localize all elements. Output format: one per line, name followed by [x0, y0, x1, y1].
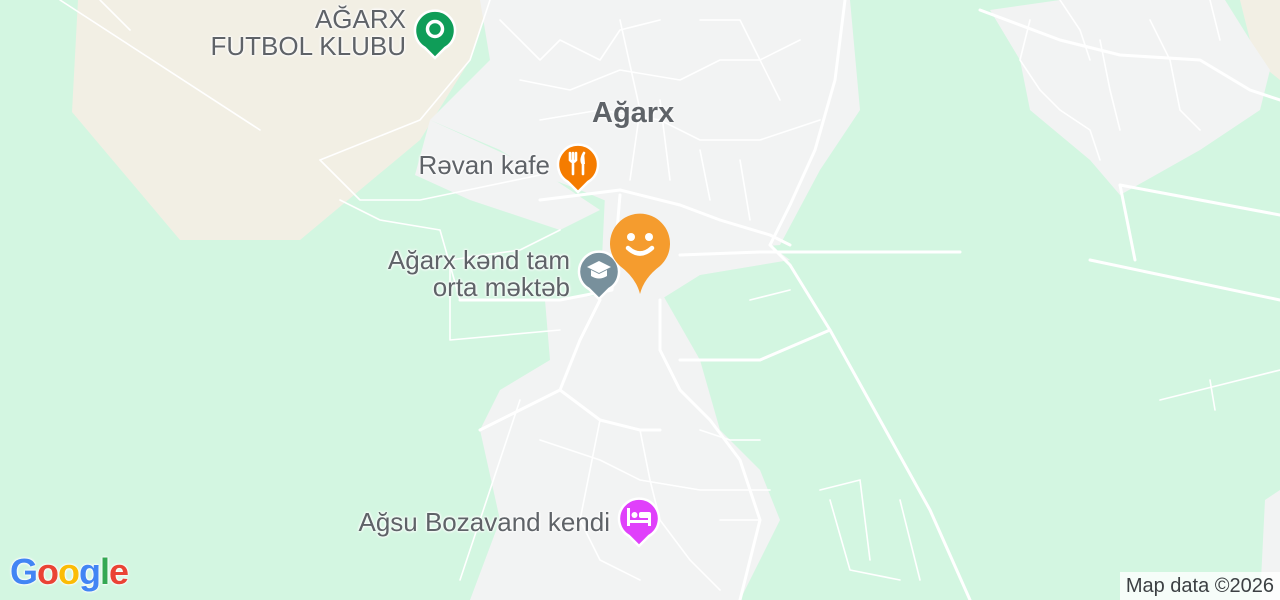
poi-label-line: FUTBOL KLUBU	[210, 31, 406, 61]
logo-letter: o	[37, 551, 59, 592]
poi-label-line: Rəvan kafe	[418, 150, 550, 180]
football-club-pin-icon[interactable]	[412, 6, 458, 60]
logo-letter: o	[58, 551, 80, 592]
poi-label-line: Ağsu Bozavand kendi	[358, 507, 610, 537]
poi-label-cafe[interactable]: Rəvan kafe	[418, 152, 550, 179]
logo-letter: l	[100, 551, 110, 592]
poi-label-school[interactable]: Ağarx kənd tam orta məktəb	[388, 247, 570, 301]
google-logo: Google	[10, 551, 129, 592]
smiley-face-icon[interactable]	[606, 212, 674, 298]
town-label: Ağarx	[592, 97, 675, 129]
poi-label-line: Ağarx kənd tam	[387, 245, 570, 275]
map-attribution[interactable]: Map data ©2026	[1119, 572, 1280, 600]
poi-label-hotel[interactable]: Ağsu Bozavand kendi	[358, 509, 610, 536]
logo-letter: g	[79, 551, 101, 592]
bed-icon[interactable]	[616, 494, 662, 548]
poi-label-football-club[interactable]: AĞARX FUTBOL KLUBU	[210, 6, 406, 60]
fork-knife-icon[interactable]	[555, 140, 601, 194]
logo-letter: e	[109, 551, 129, 592]
poi-label-line: AĞARX	[314, 4, 406, 34]
poi-label-line: orta məktəb	[432, 272, 570, 302]
logo-letter: G	[10, 551, 38, 592]
